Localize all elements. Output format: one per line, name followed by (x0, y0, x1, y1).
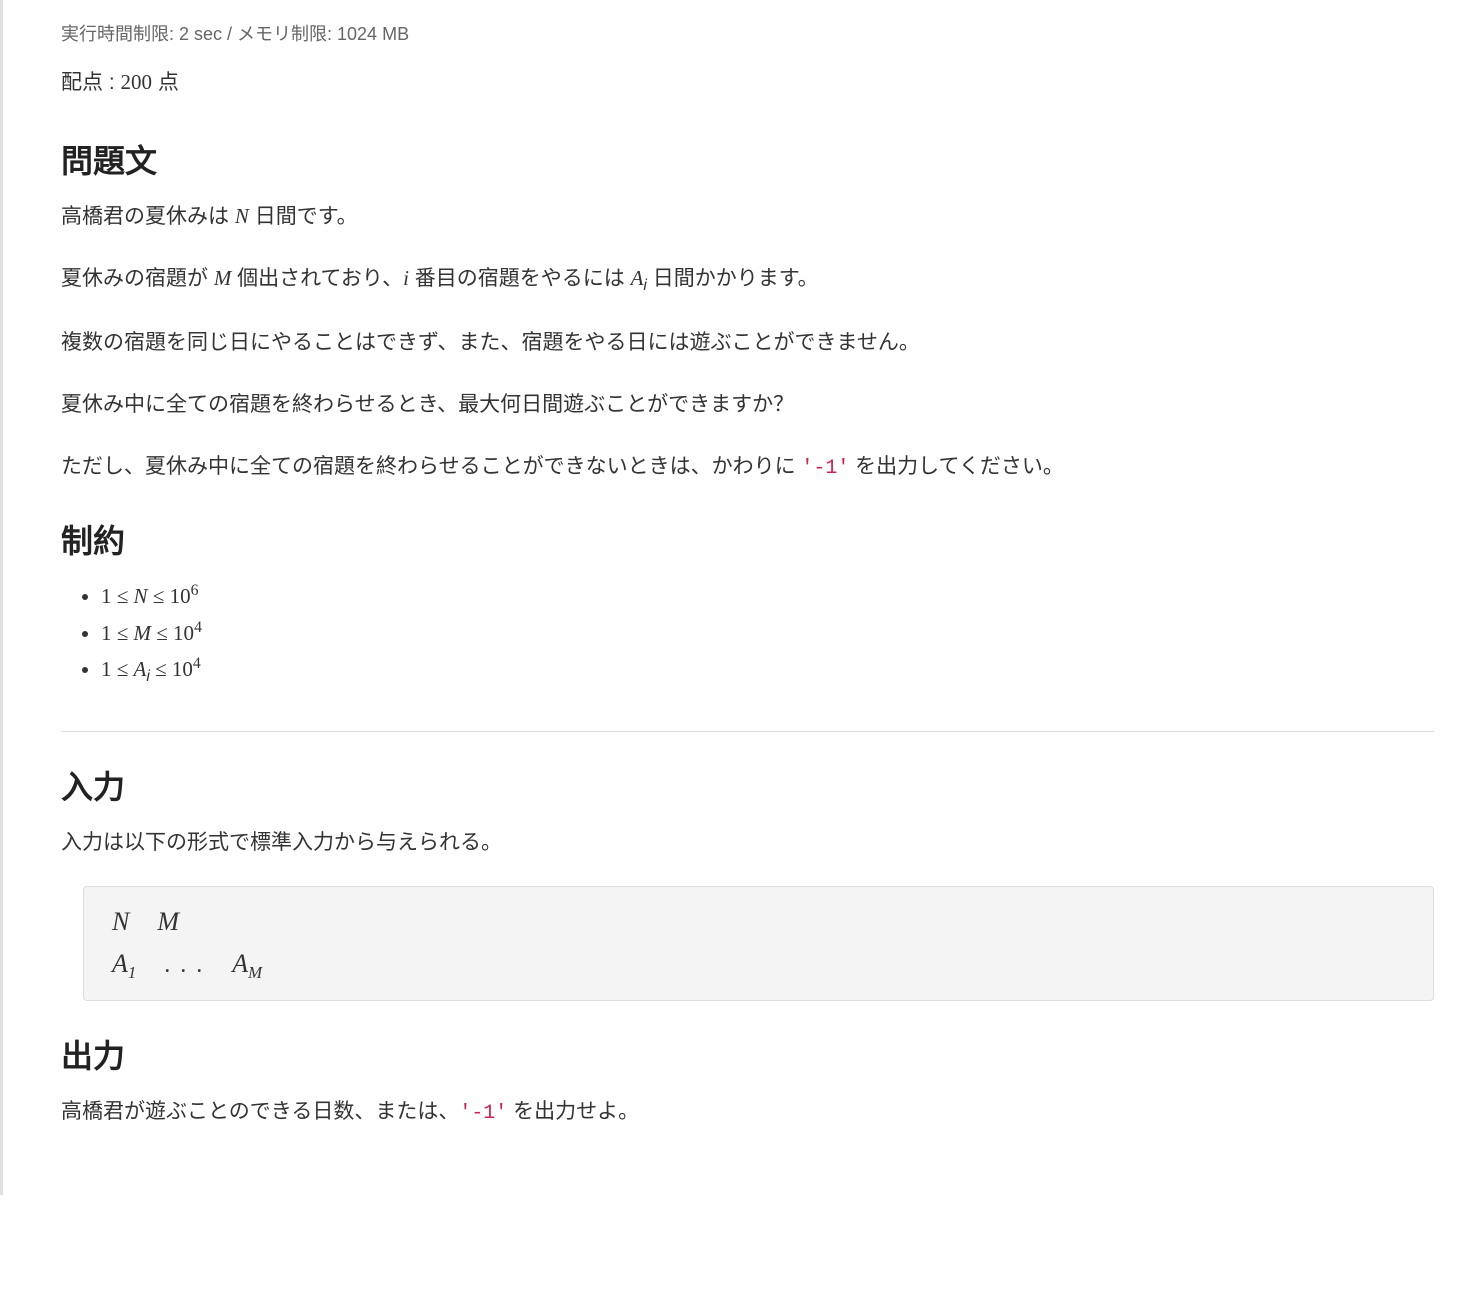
c1-left: 1 ≤ (101, 584, 134, 608)
input-M: M (157, 901, 179, 943)
constraint-1: 1 ≤ N ≤ 106 (101, 578, 1434, 615)
input-A1: A1 (112, 943, 136, 987)
constraint-2: 1 ≤ M ≤ 104 (101, 615, 1434, 652)
problem-p1: 高橋君の夏休みは N 日間です。 (61, 198, 1434, 236)
input-AM-sub: M (248, 962, 262, 981)
p2-text-b: 個出されており、 (231, 267, 403, 290)
constraints-list: 1 ≤ N ≤ 106 1 ≤ M ≤ 104 1 ≤ Ai ≤ 104 (61, 578, 1434, 691)
c3-exp: 4 (193, 655, 201, 672)
p1-text-b: 日間です。 (249, 205, 358, 228)
problem-heading: 問題文 (61, 136, 1434, 182)
problem-p5: ただし、夏休み中に全ての宿題を終わらせることができないときは、かわりに '-1'… (61, 448, 1434, 486)
p5-text-b: を出力してください。 (849, 455, 1064, 478)
out-text-a: 高橋君が遊ぶことのできる日数、または、 (61, 1100, 459, 1123)
input-row-2: A1 . . . AM (112, 943, 1405, 987)
var-Ai-A: A (631, 266, 644, 290)
input-AM: AM (232, 943, 262, 987)
code-neg1: '-1' (801, 456, 849, 479)
score-prefix: 配点 : (61, 71, 121, 94)
p5-text-a: ただし、夏休み中に全ての宿題を終わらせることができないときは、かわりに (61, 455, 801, 478)
input-A1-A: A (112, 949, 128, 978)
input-AM-A: A (232, 949, 248, 978)
constraint-3: 1 ≤ Ai ≤ 104 (101, 651, 1434, 691)
c2-exp: 4 (194, 619, 202, 636)
var-N: N (235, 204, 249, 228)
p2-text-d: 日間かかります。 (647, 267, 819, 290)
output-heading: 出力 (61, 1031, 1434, 1077)
c1-exp: 6 (191, 582, 199, 599)
c3-right: ≤ 10 (150, 657, 193, 681)
c2-left: 1 ≤ (101, 621, 134, 645)
divider (61, 731, 1434, 732)
c3-var-A: A (134, 657, 147, 681)
score-value: 200 (121, 70, 153, 94)
c1-var: N (134, 584, 148, 608)
var-M: M (214, 266, 232, 290)
problem-p2: 夏休みの宿題が M 個出されており、i 番目の宿題をやるには Ai 日間かかりま… (61, 260, 1434, 301)
input-desc: 入力は以下の形式で標準入力から与えられる。 (61, 824, 1434, 862)
input-format-box: N M A1 . . . AM (83, 886, 1434, 1001)
constraints-heading: 制約 (61, 516, 1434, 562)
problem-p4: 夏休み中に全ての宿題を終わらせるとき、最大何日間遊ぶことができますか？ (61, 386, 1434, 424)
input-N: N (112, 901, 129, 943)
c2-right: ≤ 10 (151, 621, 194, 645)
c3-left: 1 ≤ (101, 657, 134, 681)
input-row-1: N M (112, 901, 1405, 943)
problem-content: 実行時間制限: 2 sec / メモリ制限: 1024 MB 配点 : 200 … (3, 0, 1474, 1131)
c1-right: ≤ 10 (148, 584, 191, 608)
problem-p3: 複数の宿題を同じ日にやることはできず、また、宿題をやる日には遊ぶことができません… (61, 324, 1434, 362)
limits-text: 実行時間制限: 2 sec / メモリ制限: 1024 MB (61, 20, 1434, 46)
p2-text-c: 番目の宿題をやるには (409, 267, 631, 290)
score-suffix: 点 (152, 71, 179, 94)
score-line: 配点 : 200 点 (61, 66, 1434, 96)
p1-text-a: 高橋君の夏休みは (61, 205, 235, 228)
output-desc: 高橋君が遊ぶことのできる日数、または、'-1' を出力せよ。 (61, 1093, 1434, 1131)
out-text-b: を出力せよ。 (507, 1100, 639, 1123)
p2-text-a: 夏休みの宿題が (61, 267, 214, 290)
input-heading: 入力 (61, 762, 1434, 808)
input-A1-sub: 1 (128, 962, 136, 981)
out-code-neg1: '-1' (459, 1101, 507, 1124)
c2-var: M (134, 621, 152, 645)
input-dots: . . . (164, 946, 204, 984)
